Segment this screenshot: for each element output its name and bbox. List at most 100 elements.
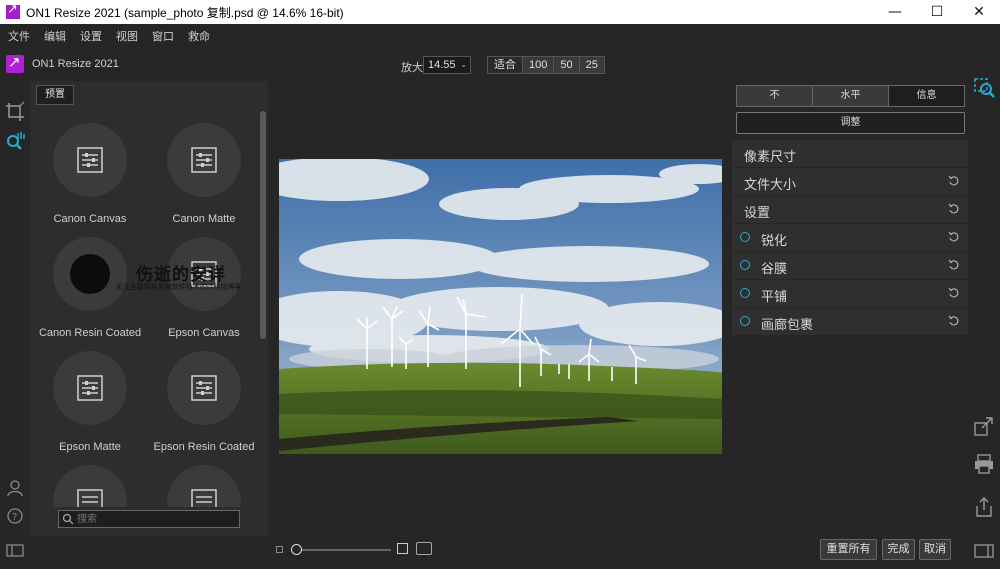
- section-file-size[interactable]: 文件大小: [732, 168, 968, 195]
- done-button[interactable]: 完成: [882, 539, 915, 560]
- preset-panel: 预置 Canon Canvas Canon Matte Canon Resin …: [30, 81, 268, 536]
- window-title: ON1 Resize 2021 (sample_photo 复制.psd @ 1…: [26, 5, 344, 20]
- on1-logo-icon: [6, 53, 24, 73]
- tab-info[interactable]: 信息: [889, 86, 964, 106]
- sliders-icon: [77, 147, 103, 173]
- section-label: 像素尺寸: [744, 149, 797, 164]
- reset-all-button[interactable]: 重置所有: [820, 539, 877, 560]
- tab-horizontal[interactable]: 水平: [813, 86, 889, 106]
- zoom-in-icon[interactable]: [397, 543, 408, 554]
- sliders-icon: [191, 147, 217, 173]
- section-tiling[interactable]: 平铺: [732, 280, 968, 307]
- preset-search-input[interactable]: [58, 510, 240, 528]
- minimize-button[interactable]: —: [874, 0, 916, 24]
- photo-preview[interactable]: [279, 159, 722, 454]
- zoom-select[interactable]: 14.55 ⌄: [423, 56, 471, 74]
- compare-icon[interactable]: [416, 542, 432, 555]
- menu-edit[interactable]: 编辑: [44, 28, 66, 44]
- resize-zoom-icon[interactable]: [4, 130, 26, 152]
- reset-icon[interactable]: [948, 259, 960, 271]
- sliders-icon: [77, 489, 103, 507]
- preset-item[interactable]: [147, 462, 261, 507]
- brand-name: ON1 Resize 2021: [32, 58, 119, 70]
- toggle-radio[interactable]: [740, 288, 750, 298]
- reset-icon[interactable]: [948, 175, 960, 187]
- zoom-label: 放大: [401, 62, 423, 74]
- reset-icon[interactable]: [948, 203, 960, 215]
- preset-item[interactable]: [33, 462, 147, 507]
- section-label: 谷膜: [761, 261, 788, 276]
- help-icon[interactable]: ?: [4, 505, 26, 527]
- menu-view[interactable]: 视图: [116, 28, 138, 44]
- toggle-radio[interactable]: [740, 316, 750, 326]
- section-label: 设置: [744, 205, 771, 220]
- zoom-presets: 适合 100 50 25: [487, 56, 605, 74]
- toggle-right-panel-icon[interactable]: [972, 539, 996, 563]
- toggle-left-panel-icon[interactable]: [4, 539, 26, 561]
- section-label: 文件大小: [744, 177, 797, 192]
- preset-item[interactable]: Epson Resin Coated: [147, 348, 261, 462]
- watermark-logo-icon: [70, 254, 110, 294]
- preset-thumbnail: [53, 465, 127, 507]
- zoom-slider-thumb[interactable]: [291, 544, 302, 555]
- preset-thumbnail: [53, 123, 127, 197]
- zoom-25-button[interactable]: 25: [579, 57, 604, 73]
- export-resize-icon[interactable]: [972, 414, 996, 438]
- preset-label: Epson Matte: [59, 441, 121, 453]
- brand: ON1 Resize 2021: [6, 53, 119, 73]
- section-label: 平铺: [761, 289, 788, 304]
- preset-thumbnail: [167, 123, 241, 197]
- zoom-value: 14.55: [428, 59, 456, 71]
- section-gallery-wrap[interactable]: 画廊包裹: [732, 308, 968, 335]
- section-film-grain[interactable]: 谷膜: [732, 252, 968, 279]
- title-bar: ON1 Resize 2021 (sample_photo 复制.psd @ 1…: [0, 0, 1000, 24]
- preset-item[interactable]: Epson Matte: [33, 348, 147, 462]
- maximize-button[interactable]: ☐: [916, 0, 958, 24]
- chevron-down-icon: ⌄: [460, 60, 467, 69]
- tab-presets[interactable]: 预置: [36, 85, 74, 105]
- zoom-inspect-icon[interactable]: [974, 78, 996, 100]
- menu-help[interactable]: 救命: [188, 28, 210, 44]
- toggle-radio[interactable]: [740, 260, 750, 270]
- share-icon[interactable]: [972, 495, 996, 519]
- preset-label: Epson Canvas: [168, 327, 240, 339]
- preset-label: Canon Matte: [172, 213, 236, 225]
- close-button[interactable]: ✕: [958, 0, 1000, 24]
- sliders-icon: [191, 375, 217, 401]
- section-pixel-dimensions[interactable]: 像素尺寸: [732, 140, 968, 167]
- adjust-button[interactable]: 调整: [736, 112, 965, 134]
- tab-none[interactable]: 不: [737, 86, 813, 106]
- reset-icon[interactable]: [948, 287, 960, 299]
- section-settings[interactable]: 设置: [732, 196, 968, 223]
- zoom-100-button[interactable]: 100: [523, 57, 555, 73]
- preset-scrollbar[interactable]: [260, 111, 266, 339]
- zoom-slider[interactable]: [293, 549, 391, 551]
- preset-thumbnail: [53, 351, 127, 425]
- zoom-out-icon[interactable]: [276, 546, 283, 553]
- preset-label: Canon Resin Coated: [38, 327, 142, 339]
- view-segmented-control: 不 水平 信息: [736, 85, 965, 107]
- app-logo-icon: [6, 2, 20, 19]
- preset-label: Epson Resin Coated: [153, 441, 255, 453]
- menu-settings[interactable]: 设置: [80, 28, 102, 44]
- user-icon[interactable]: [4, 477, 26, 499]
- print-icon[interactable]: [972, 452, 996, 476]
- reset-icon[interactable]: [948, 231, 960, 243]
- toggle-radio[interactable]: [740, 232, 750, 242]
- zoom-50-button[interactable]: 50: [554, 57, 580, 73]
- section-label: 锐化: [761, 233, 788, 248]
- cancel-button[interactable]: 取消: [919, 539, 951, 560]
- sliders-icon: [77, 375, 103, 401]
- svg-text:?: ?: [12, 512, 17, 523]
- watermark: 伤逝的安详 关注互联网与系统软件技术的IT科技博客: [70, 252, 250, 300]
- menu-file[interactable]: 文件: [8, 28, 30, 44]
- preset-thumbnail: [167, 465, 241, 507]
- zoom-fit-button[interactable]: 适合: [488, 57, 523, 73]
- crop-icon[interactable]: [4, 101, 26, 123]
- section-sharpen[interactable]: 锐化: [732, 224, 968, 251]
- preset-grid: Canon Canvas Canon Matte Canon Resin Coa…: [30, 117, 262, 507]
- preset-item[interactable]: Canon Matte: [147, 120, 261, 234]
- preset-item[interactable]: Canon Canvas: [33, 120, 147, 234]
- menu-window[interactable]: 窗口: [152, 28, 174, 44]
- reset-icon[interactable]: [948, 315, 960, 327]
